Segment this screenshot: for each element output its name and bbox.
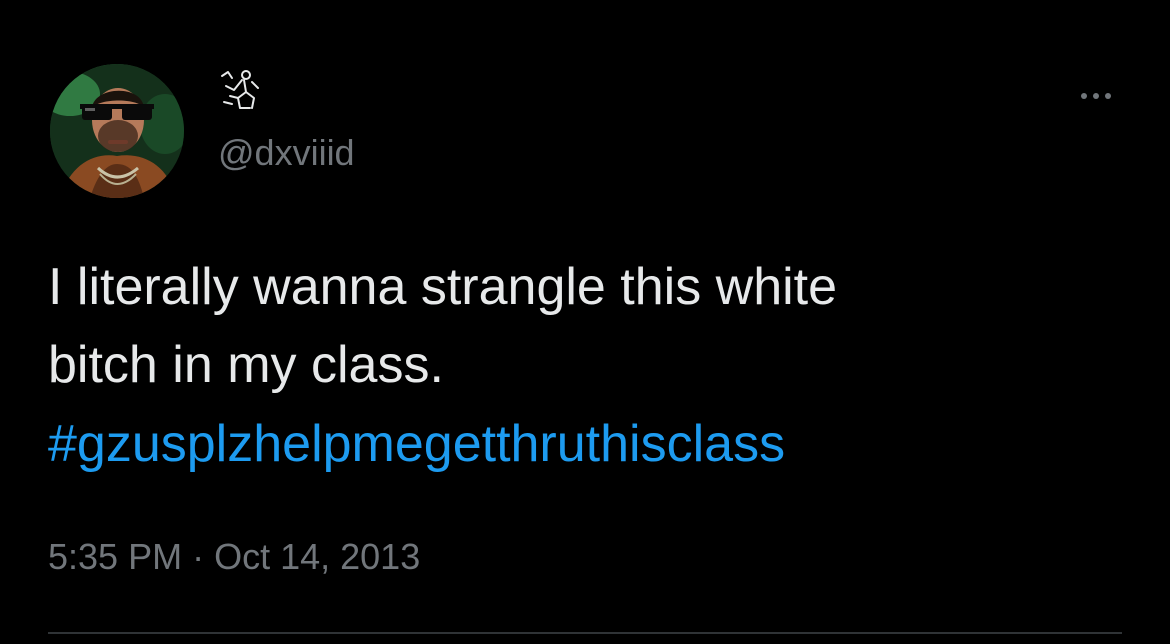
user-handle[interactable]: @dxviiid bbox=[218, 132, 355, 174]
avatar-photo bbox=[50, 64, 184, 198]
more-horizontal-icon bbox=[1081, 93, 1087, 99]
avatar[interactable] bbox=[50, 64, 184, 198]
tweet-time[interactable]: 5:35 PM bbox=[48, 534, 182, 580]
tweet-date[interactable]: Oct 14, 2013 bbox=[214, 534, 420, 580]
divider bbox=[48, 632, 1122, 634]
display-name-glyph[interactable] bbox=[218, 68, 262, 112]
timestamp-separator: · bbox=[182, 536, 215, 577]
tweet-text: I literally wanna strangle this white bi… bbox=[48, 258, 838, 394]
more-options-button[interactable] bbox=[1072, 80, 1120, 112]
more-horizontal-icon bbox=[1093, 93, 1099, 99]
tweet-timestamp: 5:35 PM · Oct 14, 2013 bbox=[48, 534, 420, 580]
hashtag-link[interactable]: #gzusplzhelpmegetthruthisclass bbox=[48, 405, 785, 483]
kneeling-figure-icon bbox=[221, 70, 259, 109]
more-horizontal-icon bbox=[1105, 93, 1111, 99]
